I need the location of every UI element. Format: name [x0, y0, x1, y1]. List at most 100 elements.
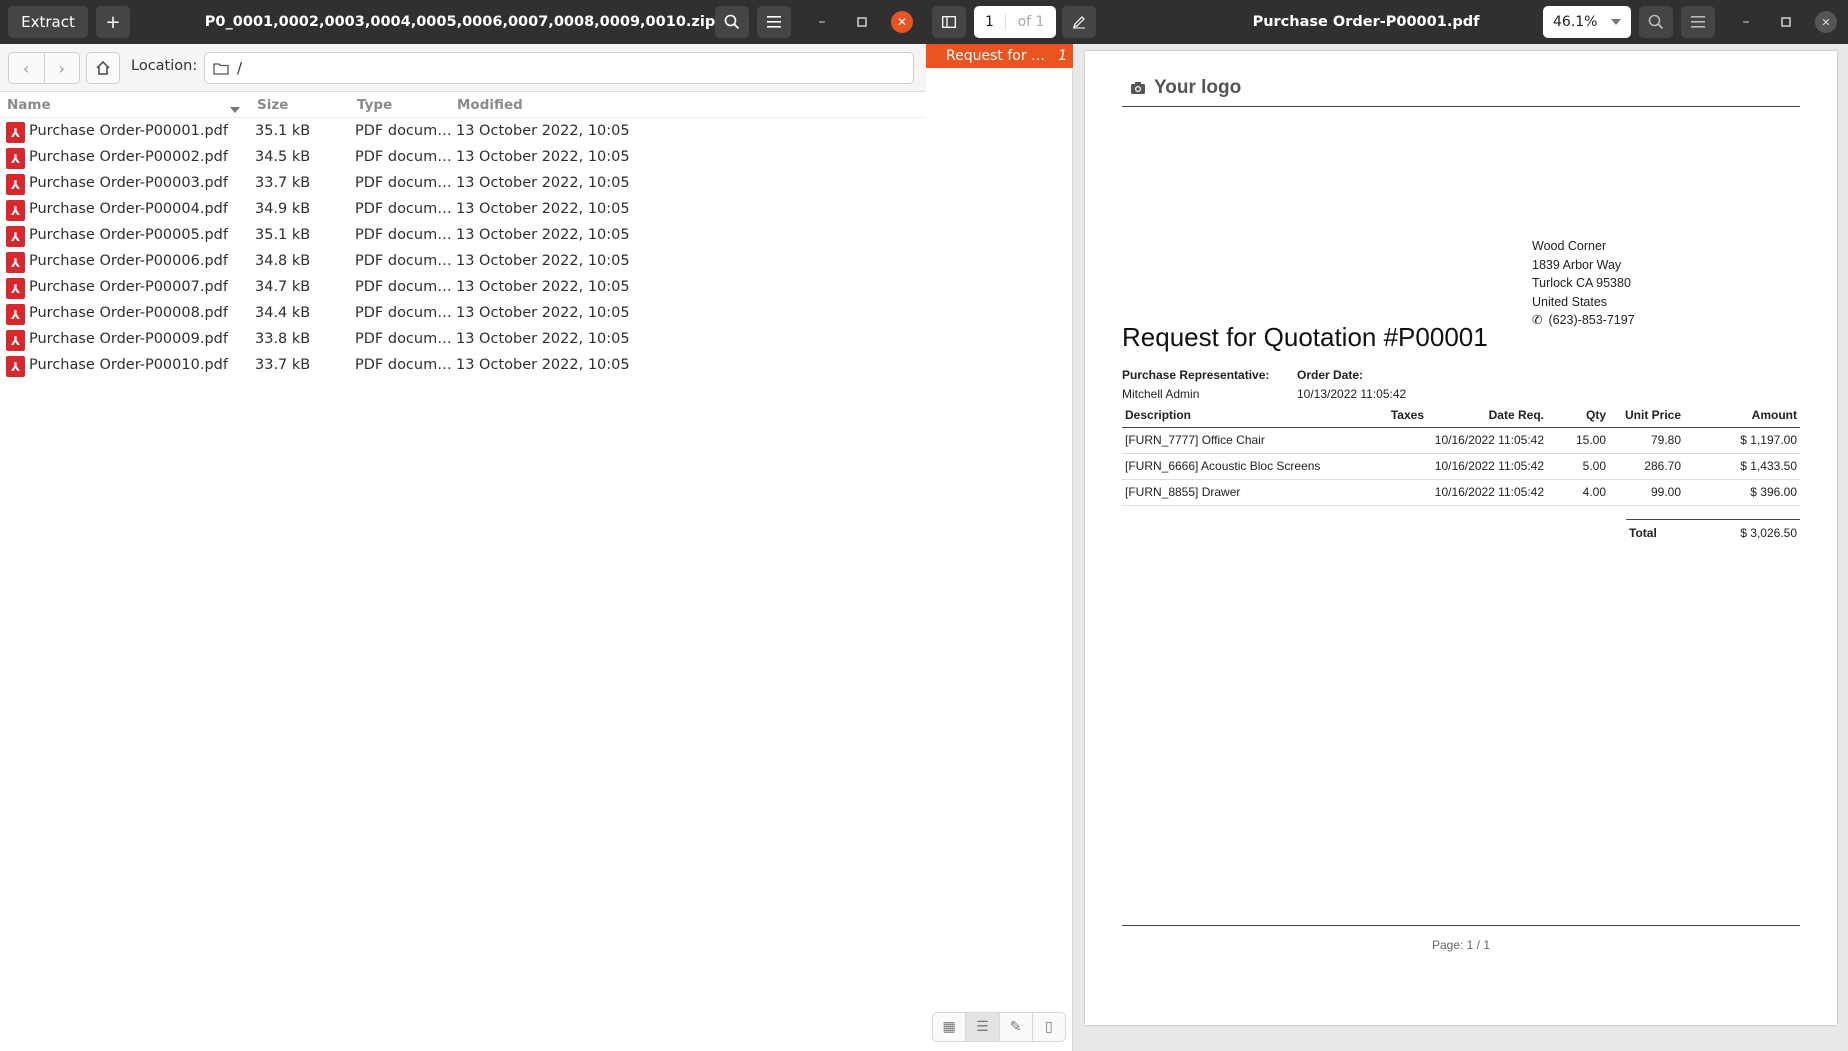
file-name: Purchase Order-P00003.pdf: [29, 175, 228, 191]
file-row[interactable]: ⅄ Purchase Order-P00002.pdf 34.5 kB PDF doc…: [0, 145, 926, 171]
document-title: Request for Quotation #P00001: [1122, 322, 1488, 352]
file-size: 34.8 kB: [255, 253, 311, 269]
page-current[interactable]: 1: [974, 14, 1006, 30]
pdf-file-icon: ⅄: [6, 148, 25, 169]
viewer-search-button[interactable]: [1639, 6, 1673, 38]
address-line: United States: [1532, 294, 1608, 309]
file-row[interactable]: ⅄ Purchase Order-P00003.pdf 33.7 kB PDF doc…: [0, 171, 926, 197]
file-type: PDF docum…: [355, 279, 452, 295]
file-modified: 13 October 2022, 10:05: [456, 253, 630, 269]
pdf-file-icon: ⅄: [6, 200, 25, 221]
pdf-file-icon: ⅄: [6, 252, 25, 273]
file-row[interactable]: ⅄ Purchase Order-P00010.pdf 33.7 kB PDF doc…: [0, 353, 926, 379]
th-amount: Amount: [1684, 403, 1800, 428]
tab-thumbnails[interactable]: ▦: [933, 1013, 967, 1041]
sidebar-toggle-button[interactable]: [932, 6, 966, 38]
pdf-file-icon: ⅄: [6, 330, 25, 351]
file-row[interactable]: ⅄ Purchase Order-P00009.pdf 33.8 kB PDF doc…: [0, 327, 926, 353]
file-type: PDF docum…: [355, 227, 452, 243]
maximize-button[interactable]: [851, 11, 873, 33]
file-type: PDF docum…: [355, 357, 452, 373]
page-selector[interactable]: 1 of 1: [974, 6, 1056, 38]
line-date-req: 10/16/2022 11:05:42: [1427, 479, 1547, 506]
sort-descending-icon: [230, 101, 240, 117]
pdf-file-icon: ⅄: [6, 226, 25, 247]
outline-item[interactable]: Request for … 1: [926, 44, 1073, 68]
extract-button[interactable]: Extract: [8, 6, 88, 38]
annotate-button[interactable]: [1062, 6, 1096, 38]
minimize-button[interactable]: –: [811, 11, 833, 33]
viewer-maximize-button[interactable]: [1775, 11, 1797, 33]
archive-title: P0_0001,0002,0003,0004,0005,0006,0007,00…: [204, 14, 716, 30]
column-name[interactable]: Name: [7, 97, 51, 113]
file-name: Purchase Order-P00007.pdf: [29, 279, 228, 295]
line-qty: 15.00: [1547, 427, 1609, 454]
file-type: PDF docum…: [355, 149, 452, 165]
list-icon: ☰: [976, 1019, 989, 1035]
location-field[interactable]: /: [204, 52, 914, 84]
back-button[interactable]: ‹: [9, 53, 45, 83]
file-row[interactable]: ⅄ Purchase Order-P00001.pdf 35.1 kB PDF doc…: [0, 119, 926, 145]
column-size[interactable]: Size: [257, 97, 288, 113]
search-button[interactable]: [715, 6, 749, 38]
add-files-button[interactable]: +: [96, 6, 130, 38]
desktop: Extract + P0_0001,0002,0003,0004,0005,00…: [0, 0, 1848, 1051]
file-list-header: Name Size Type Modified: [0, 92, 926, 118]
tab-annotations[interactable]: ✎: [1000, 1013, 1033, 1041]
close-button[interactable]: ✕: [891, 11, 913, 33]
close-icon: ✕: [896, 15, 908, 29]
file-type: PDF docum…: [355, 253, 452, 269]
document-canvas[interactable]: Your logo Wood Corner 1839 Arbor Way Tur…: [1073, 44, 1848, 1051]
forward-button[interactable]: ›: [45, 53, 80, 83]
file-name: Purchase Order-P00001.pdf: [29, 123, 228, 139]
line-taxes: [1337, 427, 1427, 454]
vendor-phone: ✆ (623)-853-7197: [1532, 311, 1635, 330]
tab-outline[interactable]: ☰: [966, 1013, 1000, 1041]
file-type: PDF docum…: [355, 175, 452, 191]
file-row[interactable]: ⅄ Purchase Order-P00007.pdf 34.7 kB PDF doc…: [0, 275, 926, 301]
sidebar-tabs: ▦ ☰ ✎ ▯: [932, 1012, 1066, 1042]
home-button[interactable]: [86, 52, 120, 84]
file-type: PDF docum…: [355, 123, 452, 139]
pdf-file-icon: ⅄: [6, 356, 25, 377]
purchase-rep-label: Purchase Representative:: [1122, 368, 1270, 382]
menu-button[interactable]: [757, 6, 791, 38]
file-modified: 13 October 2022, 10:05: [456, 175, 630, 191]
archive-headerbar: Extract + P0_0001,0002,0003,0004,0005,00…: [0, 0, 926, 44]
address-line: Turlock CA 95380: [1532, 276, 1631, 290]
tab-attachments[interactable]: ▯: [1033, 1013, 1065, 1041]
close-icon: ✕: [1821, 15, 1831, 29]
file-modified: 13 October 2022, 10:05: [456, 201, 630, 217]
book-icon: ▯: [1045, 1019, 1053, 1035]
viewer-minimize-button[interactable]: –: [1735, 11, 1757, 33]
chevron-left-icon: ‹: [23, 58, 30, 78]
line-unit-price: 286.70: [1609, 453, 1684, 480]
page-footer: Page: 1 / 1: [1431, 938, 1491, 952]
file-type: PDF docum…: [355, 305, 452, 321]
history-nav: ‹ ›: [8, 52, 80, 84]
viewer-close-button[interactable]: ✕: [1815, 11, 1837, 33]
column-type[interactable]: Type: [357, 97, 392, 113]
file-row[interactable]: ⅄ Purchase Order-P00008.pdf 34.4 kB PDF doc…: [0, 301, 926, 327]
file-modified: 13 October 2022, 10:05: [456, 357, 630, 373]
viewer-headerbar: 1 of 1 Purchase Order-P00001.pdf 46.1% –…: [926, 0, 1848, 44]
line-description: [FURN_6666] Acoustic Bloc Screens: [1122, 453, 1337, 480]
viewer-title: Purchase Order-P00001.pdf: [1252, 14, 1480, 30]
file-row[interactable]: ⅄ Purchase Order-P00006.pdf 34.8 kB PDF doc…: [0, 249, 926, 275]
table-row: [FURN_7777] Office Chair 10/16/2022 11:0…: [1122, 427, 1800, 454]
file-size: 34.5 kB: [255, 149, 311, 165]
viewer-menu-button[interactable]: [1681, 6, 1715, 38]
column-modified[interactable]: Modified: [457, 97, 523, 113]
vendor-address: Wood Corner 1839 Arbor Way Turlock CA 95…: [1532, 237, 1635, 330]
logo-text: Your logo: [1154, 77, 1242, 98]
address-line: 1839 Arbor Way: [1532, 257, 1622, 272]
file-name: Purchase Order-P00009.pdf: [29, 331, 228, 347]
file-row[interactable]: ⅄ Purchase Order-P00005.pdf 35.1 kB PDF doc…: [0, 223, 926, 249]
file-row[interactable]: ⅄ Purchase Order-P00004.pdf 34.9 kB PDF doc…: [0, 197, 926, 223]
zoom-selector[interactable]: 46.1%: [1543, 6, 1631, 38]
file-type: PDF docum…: [355, 201, 452, 217]
chevron-down-icon: [1611, 19, 1621, 25]
header-divider: [1122, 106, 1800, 107]
file-modified: 13 October 2022, 10:05: [456, 123, 630, 139]
total-value: $ 3,026.50: [1740, 526, 1797, 540]
